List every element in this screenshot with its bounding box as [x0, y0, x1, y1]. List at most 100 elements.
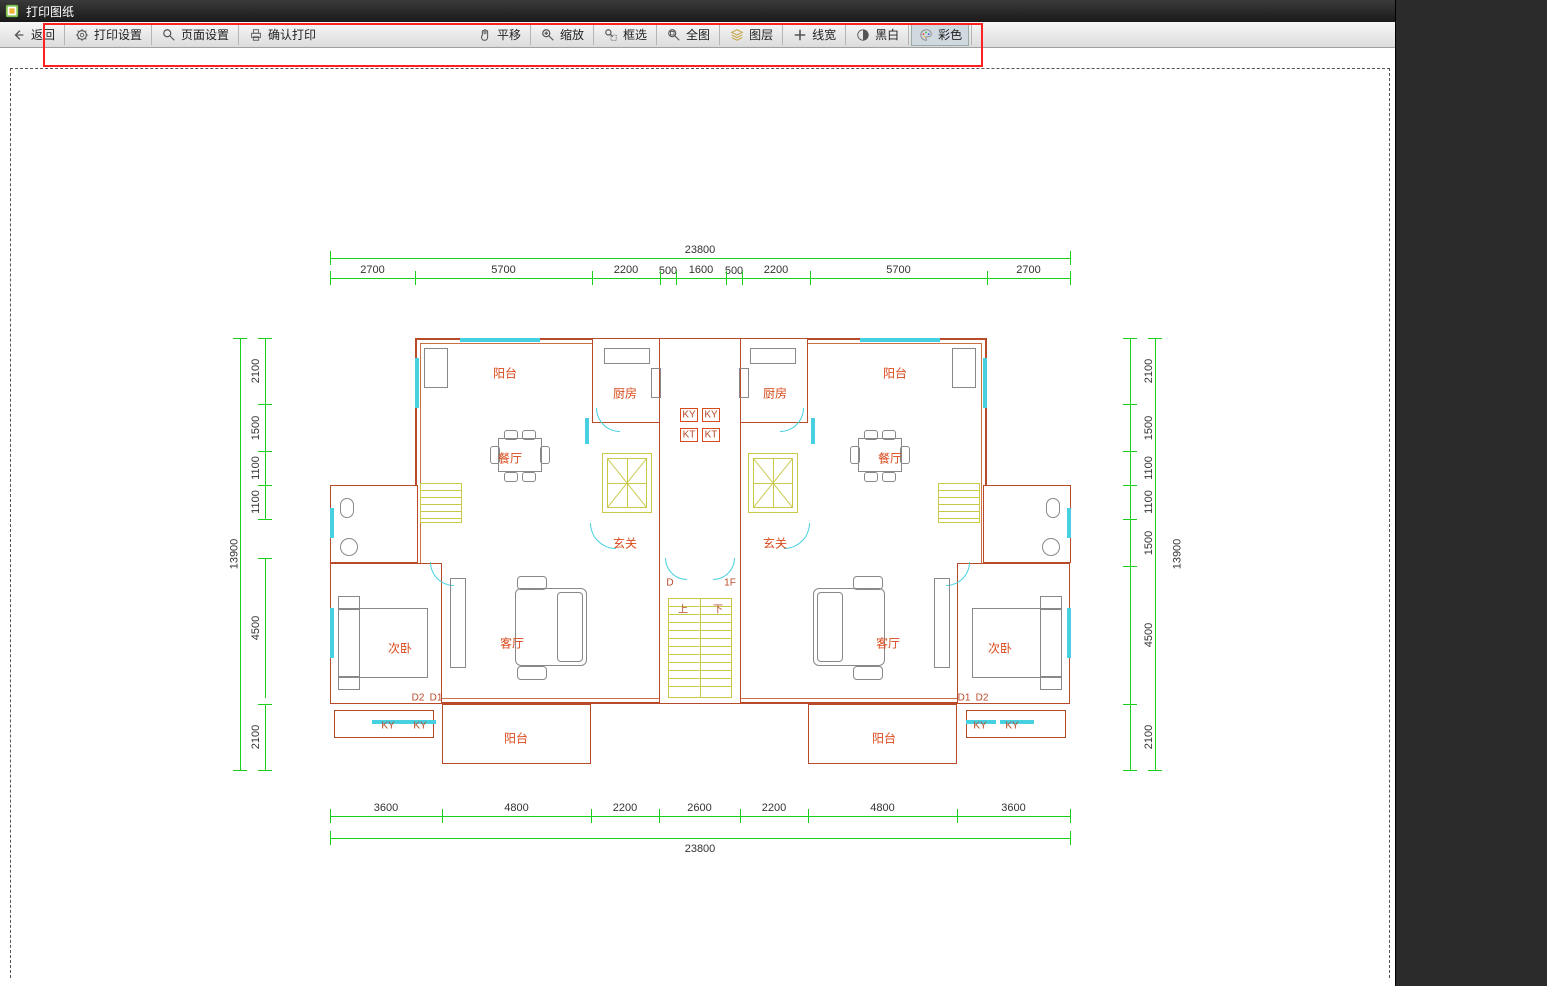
label-balcony: 阳台	[872, 730, 896, 747]
label-foyer: 玄关	[613, 535, 637, 552]
mark-kt: KT	[683, 430, 696, 441]
layers-button[interactable]: 图层	[722, 24, 780, 46]
blackwhite-label: 黑白	[875, 26, 899, 43]
mark-ky: KY	[413, 721, 426, 732]
dim: 4800	[504, 802, 528, 814]
app-icon	[4, 3, 20, 19]
label-foyer: 玄关	[763, 535, 787, 552]
mark-ky: KY	[973, 721, 986, 732]
mark-ky: KY	[682, 410, 695, 421]
separator	[656, 25, 657, 45]
print-settings-button[interactable]: 打印设置	[67, 24, 149, 46]
mark-ky: KY	[1005, 721, 1018, 732]
line-width-label: 线宽	[812, 26, 836, 43]
label-secondary-br: 次卧	[988, 640, 1012, 657]
toolbar-center-group: 平移 缩放 框选 全图 图层 线宽 黑白	[470, 24, 974, 46]
mark-d2: D2	[976, 693, 989, 704]
pan-button[interactable]: 平移	[470, 24, 528, 46]
blackwhite-button[interactable]: 黑白	[848, 24, 906, 46]
line-width-button[interactable]: 线宽	[785, 24, 843, 46]
zoom-icon	[540, 27, 556, 43]
dim: 2700	[360, 264, 384, 276]
back-button[interactable]: 返回	[4, 24, 62, 46]
palette-icon	[918, 27, 934, 43]
full-view-label: 全图	[686, 26, 710, 43]
full-view-button[interactable]: 全图	[659, 24, 717, 46]
dim: 5700	[886, 264, 910, 276]
dim: 2600	[687, 802, 711, 814]
dim: 3600	[374, 802, 398, 814]
separator	[782, 25, 783, 45]
dim: 2200	[614, 264, 638, 276]
line-width-icon	[792, 27, 808, 43]
mark-f: 1F	[724, 578, 736, 589]
label-balcony: 阳台	[493, 365, 517, 382]
label-dining: 餐厅	[498, 450, 522, 467]
dim: 5700	[491, 264, 515, 276]
dim: 1600	[689, 264, 713, 276]
pan-label: 平移	[497, 26, 521, 43]
blackwhite-icon	[855, 27, 871, 43]
separator	[908, 25, 909, 45]
right-dark-panel	[1395, 0, 1547, 986]
dim: 2200	[764, 264, 788, 276]
label-living: 客厅	[876, 635, 900, 652]
confirm-print-label: 确认打印	[268, 26, 316, 43]
toolbar: 返回 打印设置 页面设置 确认打印 平移 缩放 框选	[0, 22, 1395, 48]
label-secondary-br: 次卧	[388, 640, 412, 657]
box-select-label: 框选	[623, 26, 647, 43]
dim: 4800	[870, 802, 894, 814]
separator	[845, 25, 846, 45]
box-select-button[interactable]: 框选	[596, 24, 654, 46]
dim: 2200	[762, 802, 786, 814]
layers-label: 图层	[749, 26, 773, 43]
mark-d2: D2	[412, 693, 425, 704]
dim: 3600	[1001, 802, 1025, 814]
label-dining: 餐厅	[878, 450, 902, 467]
page-setup-label: 页面设置	[181, 26, 229, 43]
drawing-canvas[interactable]: 23800 2700 5700 2200 500 1600 500 2200 5…	[0, 48, 1395, 986]
mark-ky: KY	[381, 721, 394, 732]
label-balcony: 阳台	[883, 365, 907, 382]
separator	[238, 25, 239, 45]
print-settings-label: 打印设置	[94, 26, 142, 43]
full-view-icon	[666, 27, 682, 43]
separator	[151, 25, 152, 45]
confirm-print-button[interactable]: 确认打印	[241, 24, 323, 46]
layers-icon	[729, 27, 745, 43]
mark-up: 上	[678, 601, 688, 616]
hand-icon	[477, 27, 493, 43]
mark-ky: KY	[704, 410, 717, 421]
label-kitchen: 厨房	[613, 385, 637, 402]
magnifier-icon	[161, 27, 177, 43]
separator	[719, 25, 720, 45]
dim-bottom-total: 23800	[685, 843, 716, 855]
window-title: 打印图纸	[26, 3, 74, 20]
dim: 500	[725, 265, 743, 277]
box-select-icon	[603, 27, 619, 43]
dim: 2200	[613, 802, 637, 814]
mark-d: D	[666, 578, 673, 589]
zoom-label: 缩放	[560, 26, 584, 43]
toolbar-left-group: 返回 打印设置 页面设置 确认打印	[4, 24, 323, 46]
printer-icon	[248, 27, 264, 43]
zoom-button[interactable]: 缩放	[533, 24, 591, 46]
mark-down: 下	[713, 601, 723, 616]
separator	[64, 25, 65, 45]
back-label: 返回	[31, 26, 55, 43]
dim: 2700	[1016, 264, 1040, 276]
separator	[971, 25, 972, 45]
dim: 500	[659, 265, 677, 277]
separator	[530, 25, 531, 45]
back-arrow-icon	[11, 27, 27, 43]
mark-d1: D1	[958, 693, 971, 704]
floor-plan: 23800 2700 5700 2200 500 1600 500 2200 5…	[260, 258, 1140, 898]
page-setup-button[interactable]: 页面设置	[154, 24, 236, 46]
label-living: 客厅	[500, 635, 524, 652]
label-balcony: 阳台	[504, 730, 528, 747]
separator	[593, 25, 594, 45]
color-label: 彩色	[938, 26, 962, 43]
color-button[interactable]: 彩色	[911, 24, 969, 46]
mark-kt: KT	[705, 430, 718, 441]
label-kitchen: 厨房	[763, 385, 787, 402]
